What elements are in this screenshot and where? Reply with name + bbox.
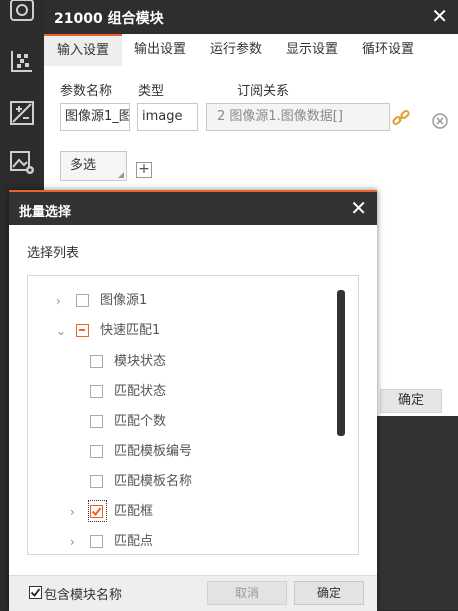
tree-node-quick-match[interactable]: ⌄ 快速匹配1 [56,321,316,341]
checkmark-icon [30,588,41,597]
tab-input-settings[interactable]: 输入设置 [44,34,122,66]
image-settings-icon[interactable] [9,150,35,176]
type-header: 类型 [138,84,165,99]
main-dialog-title: 21000 组合模块 [54,11,164,27]
calibration-icon[interactable] [9,100,35,126]
batch-dialog-footer: 包含模块名称 取消 确定 [9,575,377,611]
tree-node-label: 匹配状态 [114,384,167,399]
param-name-field[interactable]: 图像源1_图 [60,103,130,131]
checkbox[interactable] [90,535,103,548]
tree-node-image-source[interactable]: › 图像源1 [56,291,316,311]
tab-output-settings[interactable]: 输出设置 [122,34,198,66]
main-confirm-button[interactable]: 确定 [380,389,442,413]
multi-select-label: 多选 [70,158,97,173]
add-button[interactable]: + [136,162,152,178]
type-field[interactable]: image [137,103,198,131]
include-module-name-checkbox[interactable] [29,586,42,599]
chevron-right-icon[interactable]: › [70,502,82,522]
tree-node-template-name[interactable]: 匹配模板名称 [90,472,310,492]
tree-node-match-point[interactable]: › 匹配点 [70,532,310,552]
checkbox[interactable] [90,415,103,428]
tree-node-label: 图像源1 [100,293,148,308]
tree-node-label: 匹配框 [114,504,154,519]
tree-node-label: 匹配模板编号 [114,444,193,459]
subscription-header: 订阅关系 [237,84,290,99]
checkbox[interactable] [90,355,103,368]
cancel-button[interactable]: 取消 [207,581,287,605]
subscription-field[interactable]: 2 图像源1.图像数据[] [206,103,390,131]
dataset-icon[interactable] [9,48,35,74]
include-module-name-label: 包含模块名称 [44,588,123,603]
tree-node-match-count[interactable]: 匹配个数 [90,412,310,432]
tree-node-label: 匹配模板名称 [114,474,193,489]
corner-triangle-icon [118,172,124,178]
chevron-right-icon[interactable]: › [70,532,82,552]
checkbox-checked[interactable] [90,505,103,518]
main-dialog-titlebar: 21000 组合模块 ✕ [44,0,458,34]
checkmark-icon [91,507,102,517]
close-icon[interactable]: ✕ [431,4,448,28]
tree-node-match-status[interactable]: 匹配状态 [90,382,310,402]
confirm-button[interactable]: 确定 [294,581,364,605]
checkbox-partial[interactable] [76,324,89,337]
tree-node-label: 模块状态 [114,354,167,369]
tree-node-module-status[interactable]: 模块状态 [90,352,310,372]
tab-display-settings[interactable]: 显示设置 [274,34,350,66]
tab-run-params[interactable]: 运行参数 [198,34,274,66]
select-list-title: 选择列表 [27,246,80,261]
tree-node-label: 匹配个数 [114,414,167,429]
chevron-down-icon[interactable]: ⌄ [56,321,68,341]
tab-bar: 输入设置 输出设置 运行参数 显示设置 循环设置 [44,34,458,67]
multi-select-button[interactable]: 多选 [60,151,127,181]
batch-dialog-titlebar: 批量选择 ✕ [9,190,377,225]
checkbox[interactable] [90,445,103,458]
tree-node-label: 匹配点 [114,534,154,549]
select-tree: › 图像源1 ⌄ 快速匹配1 模块状态 匹配状态 匹配个数 匹配模板编号 匹配模… [27,275,359,555]
close-icon[interactable]: ✕ [350,196,367,220]
checkbox[interactable] [90,385,103,398]
tree-node-template-id[interactable]: 匹配模板编号 [90,442,310,462]
remove-circle-icon[interactable] [431,112,449,130]
tree-node-label: 快速匹配1 [100,323,161,338]
tree-node-match-box[interactable]: › 匹配框 [70,500,310,522]
canvas-background [376,416,458,610]
param-name-header: 参数名称 [60,84,113,99]
checkbox[interactable] [90,475,103,488]
link-icon[interactable] [392,109,410,127]
checkbox[interactable] [76,294,89,307]
scrollbar[interactable] [337,290,345,436]
batch-dialog-title: 批量选择 [19,205,72,220]
batch-select-dialog: 批量选择 ✕ 选择列表 › 图像源1 ⌄ 快速匹配1 模块状态 匹配状态 匹配个… [9,190,377,611]
tab-loop-settings[interactable]: 循环设置 [350,34,426,66]
camera-icon[interactable] [9,0,35,24]
chevron-right-icon[interactable]: › [56,291,68,311]
